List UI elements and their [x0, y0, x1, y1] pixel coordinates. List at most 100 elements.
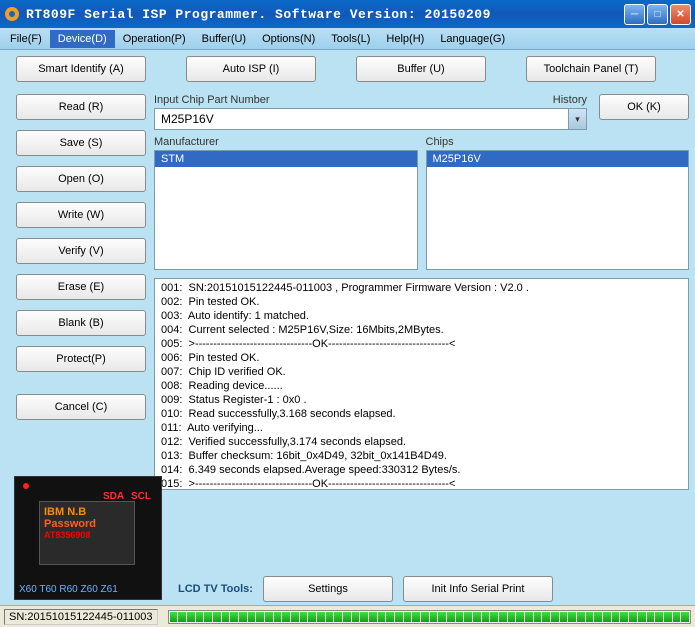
progress-segment — [560, 612, 568, 622]
log-line: 015: >--------------------------------OK… — [161, 477, 682, 490]
progress-segment — [204, 612, 212, 622]
progress-segment — [222, 612, 230, 622]
protect-button[interactable]: Protect(P) — [16, 346, 146, 372]
progress-segment — [404, 612, 412, 622]
chip-part-combo[interactable]: ▾ — [154, 108, 587, 130]
minimize-button[interactable]: ─ — [624, 4, 645, 25]
write-button[interactable]: Write (W) — [16, 202, 146, 228]
progress-segment — [412, 612, 420, 622]
menu-options[interactable]: Options(N) — [254, 30, 323, 48]
smart-identify-button[interactable]: Smart Identify (A) — [16, 56, 146, 82]
progress-segment — [386, 612, 394, 622]
log-output[interactable]: 001: SN:20151015122445-011003 , Programm… — [154, 278, 689, 490]
progress-segment — [438, 612, 446, 622]
progress-segment — [248, 612, 256, 622]
init-info-button[interactable]: Init Info Serial Print — [403, 576, 553, 602]
progress-segment — [534, 612, 542, 622]
progress-segment — [230, 612, 238, 622]
save-button[interactable]: Save (S) — [16, 130, 146, 156]
menu-language[interactable]: Language(G) — [432, 30, 513, 48]
progress-segment — [673, 612, 681, 622]
cancel-button[interactable]: Cancel (C) — [16, 394, 146, 420]
progress-segment — [369, 612, 377, 622]
progress-segment — [395, 612, 403, 622]
input-chip-label: Input Chip Part Number — [154, 94, 270, 106]
log-line: 013: Buffer checksum: 16bit_0x4D49, 32bi… — [161, 449, 682, 463]
maximize-button[interactable]: □ — [647, 4, 668, 25]
chip-text-1: IBM N.B — [44, 506, 130, 518]
menu-help[interactable]: Help(H) — [378, 30, 432, 48]
progress-segment — [490, 612, 498, 622]
buffer-button[interactable]: Buffer (U) — [356, 56, 486, 82]
status-bar: SN:20151015122445-011003 — [0, 605, 695, 627]
window-title: RT809F Serial ISP Programmer. Software V… — [26, 7, 624, 22]
side-button-column: Read (R) Save (S) Open (O) Write (W) Ver… — [6, 94, 146, 490]
progress-segment — [308, 612, 316, 622]
progress-segment — [265, 612, 273, 622]
log-line: 014: 6.349 seconds elapsed.Average speed… — [161, 463, 682, 477]
progress-segment — [516, 612, 524, 622]
chip-part-input[interactable] — [155, 109, 568, 129]
progress-segment — [603, 612, 611, 622]
progress-bar — [168, 610, 691, 624]
log-line: 001: SN:20151015122445-011003 , Programm… — [161, 281, 682, 295]
progress-segment — [343, 612, 351, 622]
log-line: 010: Read successfully,3.168 seconds ela… — [161, 407, 682, 421]
manufacturer-label: Manufacturer — [154, 136, 418, 148]
verify-button[interactable]: Verify (V) — [16, 238, 146, 264]
chips-list[interactable]: M25P16V — [426, 150, 690, 270]
ok-button[interactable]: OK (K) — [599, 94, 689, 120]
progress-segment — [629, 612, 637, 622]
progress-segment — [213, 612, 221, 622]
erase-button[interactable]: Erase (E) — [16, 274, 146, 300]
chip-text-3: AT8356908 — [44, 530, 130, 540]
chip-part-dropdown-icon[interactable]: ▾ — [568, 109, 586, 129]
menu-file[interactable]: File(F) — [2, 30, 50, 48]
menu-device[interactable]: Device(D) — [50, 30, 115, 48]
close-button[interactable]: ✕ — [670, 4, 691, 25]
log-line: 007: Chip ID verified OK. — [161, 365, 682, 379]
progress-segment — [594, 612, 602, 622]
progress-segment — [464, 612, 472, 622]
menu-operation[interactable]: Operation(P) — [115, 30, 194, 48]
progress-segment — [274, 612, 282, 622]
progress-segment — [196, 612, 204, 622]
progress-segment — [499, 612, 507, 622]
progress-segment — [620, 612, 628, 622]
list-item[interactable]: M25P16V — [427, 151, 689, 167]
progress-segment — [664, 612, 672, 622]
manufacturer-list[interactable]: STM — [154, 150, 418, 270]
menu-buffer[interactable]: Buffer(U) — [194, 30, 254, 48]
progress-segment — [473, 612, 481, 622]
chips-label: Chips — [426, 136, 690, 148]
progress-segment — [525, 612, 533, 622]
app-icon — [4, 6, 20, 22]
open-button[interactable]: Open (O) — [16, 166, 146, 192]
progress-segment — [178, 612, 186, 622]
progress-segment — [681, 612, 689, 622]
progress-segment — [647, 612, 655, 622]
menu-tools[interactable]: Tools(L) — [323, 30, 378, 48]
progress-segment — [187, 612, 195, 622]
list-item[interactable]: STM — [155, 151, 417, 167]
progress-segment — [352, 612, 360, 622]
settings-button[interactable]: Settings — [263, 576, 393, 602]
progress-segment — [326, 612, 334, 622]
progress-segment — [586, 612, 594, 622]
log-line: 002: Pin tested OK. — [161, 295, 682, 309]
client-area: Smart Identify (A) Auto ISP (I) Buffer (… — [0, 50, 695, 605]
progress-segment — [282, 612, 290, 622]
status-sn: SN:20151015122445-011003 — [4, 609, 158, 625]
auto-isp-button[interactable]: Auto ISP (I) — [186, 56, 316, 82]
progress-segment — [334, 612, 342, 622]
progress-segment — [300, 612, 308, 622]
blank-button[interactable]: Blank (B) — [16, 310, 146, 336]
progress-segment — [551, 612, 559, 622]
progress-segment — [256, 612, 264, 622]
progress-segment — [317, 612, 325, 622]
read-button[interactable]: Read (R) — [16, 94, 146, 120]
toolchain-panel-button[interactable]: Toolchain Panel (T) — [526, 56, 656, 82]
progress-segment — [508, 612, 516, 622]
log-line: 011: Auto verifying... — [161, 421, 682, 435]
progress-segment — [291, 612, 299, 622]
